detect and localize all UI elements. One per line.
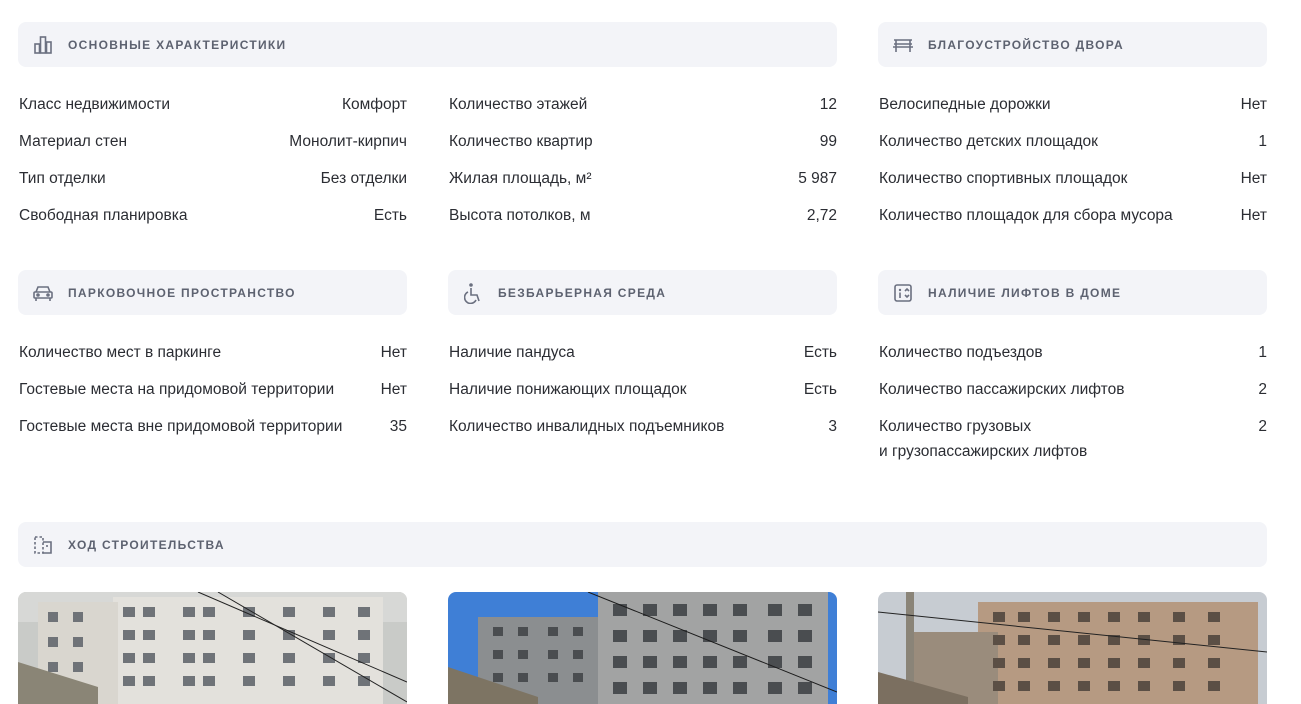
row-label: Тип отделки (19, 170, 106, 187)
list-item: Количество подъездов 1 (879, 340, 1267, 365)
row-label: Свободная планировка (19, 207, 188, 224)
section-title: Основные характеристики (68, 37, 287, 52)
main-characteristics-right: Количество этажей 12 Количество квартир … (449, 92, 837, 228)
list-item: Велосипедные дорожки Нет (879, 92, 1267, 117)
list-item: Количество квартир 99 (449, 129, 837, 154)
list-item: Гостевые места вне придомовой территории… (19, 414, 407, 439)
elevators-header: Наличие лифтов в доме (878, 270, 1267, 315)
section-title: Безбарьерная среда (498, 285, 667, 300)
parking-header: Парковочное пространство (18, 270, 407, 315)
construction-photo[interactable] (878, 592, 1267, 704)
bench-icon (892, 34, 914, 56)
list-item: Количество детских площадок 1 (879, 129, 1267, 154)
row-label: Материал стен (19, 133, 128, 150)
list-item: Высота потолков, м 2,72 (449, 203, 837, 228)
list-item: Количество площадок для сбора мусора Нет (879, 203, 1267, 228)
list-item: Класс недвижимости Комфорт (19, 92, 407, 117)
list-item: Наличие понижающих площадок Есть (449, 377, 837, 402)
row-label: Количество инвалидных подъемников (449, 418, 725, 435)
list-item: Количество этажей 12 (449, 92, 837, 117)
list-item: Наличие пандуса Есть (449, 340, 837, 365)
row-label: Количество пассажирских лифтов (879, 381, 1125, 398)
construction-progress-icon (32, 534, 54, 556)
list-item: Количество мест в паркинге Нет (19, 340, 407, 365)
row-label-line-1: Количество грузовых (879, 418, 1032, 435)
row-label: Количество этажей (449, 96, 588, 113)
list-item: Количество инвалидных подъемников 3 (449, 414, 837, 439)
row-label: Количество спортивных площадок (879, 170, 1128, 187)
row-value: 12 (819, 96, 837, 113)
row-label: Гостевые места на придомовой территории (19, 381, 335, 398)
row-label-line-2: и грузопассажирских лифтов (879, 443, 1088, 460)
row-label: Количество площадок для сбора мусора (879, 207, 1173, 224)
yard-header: Благоустройство двора (878, 22, 1267, 67)
list-item: Жилая площадь, м² 5 987 (449, 166, 837, 191)
row-value: Нет (1240, 96, 1267, 113)
row-label: Наличие понижающих площадок (449, 381, 687, 398)
row-value: Комфорт (341, 96, 407, 113)
row-value: 2 (1258, 418, 1267, 435)
row-value: 35 (389, 418, 407, 435)
row-value: 2,72 (806, 207, 837, 224)
wheelchair-icon (462, 282, 484, 304)
row-value: 3 (828, 418, 837, 435)
list-item: Материал стен Монолит-кирпич (19, 129, 407, 154)
row-value: Монолит-кирпич (289, 133, 407, 150)
row-value: 5 987 (798, 170, 837, 187)
list-item: Тип отделки Без отделки (19, 166, 407, 191)
row-value: Нет (380, 344, 407, 361)
row-value: 99 (819, 133, 837, 150)
accessibility-header: Безбарьерная среда (448, 270, 837, 315)
section-title: Парковочное пространство (68, 285, 296, 300)
row-label: Количество квартир (449, 133, 593, 150)
construction-photo[interactable] (448, 592, 837, 704)
row-value: 1 (1258, 133, 1267, 150)
list-item: Количество пассажирских лифтов 2 (879, 377, 1267, 402)
row-label: Количество детских площадок (879, 133, 1098, 150)
list-item: Гостевые места на придомовой территории … (19, 377, 407, 402)
section-title: Наличие лифтов в доме (928, 285, 1122, 300)
main-characteristics-left: Класс недвижимости Комфорт Материал стен… (19, 92, 407, 228)
construction-photo[interactable] (18, 592, 407, 704)
row-value: Есть (803, 344, 837, 361)
list-item: Количество грузовых и грузопассажирских … (879, 414, 1267, 464)
row-label: Жилая площадь, м² (449, 170, 592, 187)
construction-header: Ход строительства (18, 522, 1267, 567)
row-label: Гостевые места вне придомовой территории (19, 418, 343, 435)
row-value: Есть (373, 207, 407, 224)
main-characteristics-header: Основные характеристики (18, 22, 837, 67)
car-icon (32, 282, 54, 304)
row-label: Количество подъездов (879, 344, 1043, 361)
row-value: 1 (1258, 344, 1267, 361)
row-value: Нет (1240, 207, 1267, 224)
section-title: Благоустройство двора (928, 37, 1124, 52)
row-value: Есть (803, 381, 837, 398)
elevators-list: Количество подъездов 1 Количество пассаж… (879, 340, 1267, 464)
accessibility-list: Наличие пандуса Есть Наличие понижающих … (449, 340, 837, 439)
row-value: Без отделки (320, 170, 407, 187)
row-label: Количество грузовых и грузопассажирских … (879, 414, 1087, 464)
row-label: Наличие пандуса (449, 344, 575, 361)
row-label: Высота потолков, м (449, 207, 591, 224)
row-value: 2 (1258, 381, 1267, 398)
building-chart-icon (32, 34, 54, 56)
row-label: Класс недвижимости (19, 96, 171, 113)
row-label: Велосипедные дорожки (879, 96, 1051, 113)
row-label: Количество мест в паркинге (19, 344, 222, 361)
yard-list: Велосипедные дорожки Нет Количество детс… (879, 92, 1267, 228)
list-item: Свободная планировка Есть (19, 203, 407, 228)
row-value: Нет (1240, 170, 1267, 187)
row-value: Нет (380, 381, 407, 398)
parking-list: Количество мест в паркинге Нет Гостевые … (19, 340, 407, 439)
section-title: Ход строительства (68, 537, 225, 552)
elevator-icon (892, 282, 914, 304)
list-item: Количество спортивных площадок Нет (879, 166, 1267, 191)
